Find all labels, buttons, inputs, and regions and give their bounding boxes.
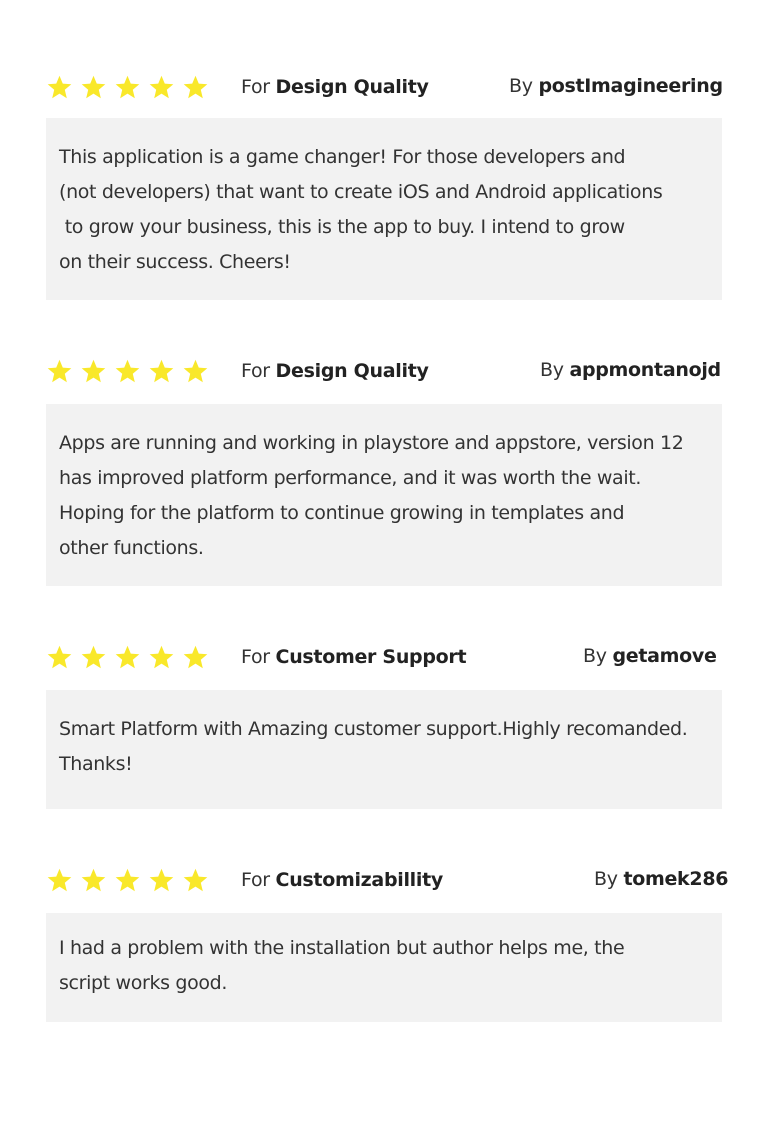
review-card: For Customer Support By getamove Smart P… <box>46 640 722 809</box>
review-author: By getamove <box>583 645 717 667</box>
review-header: For Customer Support By getamove <box>46 640 722 676</box>
review-header: For Design Quality By appmontanojd <box>46 354 722 390</box>
star-icon <box>148 358 175 385</box>
author-name: appmontanojd <box>569 359 721 381</box>
author-name: tomek286 <box>623 868 729 890</box>
by-prefix: By <box>583 645 607 667</box>
review-author: By postImagineering <box>509 75 723 97</box>
review-header: For Design Quality By postImagineering <box>46 70 723 106</box>
review-author: By tomek286 <box>594 868 728 890</box>
review-category: For Customizabillity <box>241 869 443 891</box>
star-icon <box>182 74 209 101</box>
review-card: For Design Quality By postImagineering T… <box>46 70 723 300</box>
star-icon <box>80 358 107 385</box>
star-rating <box>46 640 216 674</box>
review-author: By appmontanojd <box>540 359 721 381</box>
review-text-line: Thanks! <box>59 753 133 775</box>
author-name: getamove <box>612 645 717 667</box>
review-text-line: I had a problem with the installation bu… <box>59 937 625 959</box>
review-text-line: This application is a game changer! For … <box>59 146 626 168</box>
star-icon <box>148 644 175 671</box>
review-text: This application is a game changer! For … <box>46 118 722 300</box>
for-prefix: For <box>241 646 270 668</box>
review-card: For Design Quality By appmontanojd Apps … <box>46 354 722 586</box>
review-text-line: Hoping for the platform to continue grow… <box>59 502 625 524</box>
star-icon <box>182 358 209 385</box>
review-text: Smart Platform with Amazing customer sup… <box>46 690 722 809</box>
review-category: For Design Quality <box>241 360 429 382</box>
star-icon <box>114 74 141 101</box>
review-text-line: other functions. <box>59 537 204 559</box>
star-rating <box>46 863 216 897</box>
star-icon <box>46 74 73 101</box>
star-icon <box>182 867 209 894</box>
author-name: postImagineering <box>538 75 723 97</box>
review-category: For Customer Support <box>241 646 467 668</box>
for-prefix: For <box>241 360 270 382</box>
for-prefix: For <box>241 869 270 891</box>
star-icon <box>80 74 107 101</box>
review-text-line: on their success. Cheers! <box>59 251 291 273</box>
star-icon <box>46 644 73 671</box>
review-card: For Customizabillity By tomek286 I had a… <box>46 863 728 1022</box>
review-text: Apps are running and working in playstor… <box>46 404 722 586</box>
star-rating <box>46 354 216 388</box>
by-prefix: By <box>509 75 533 97</box>
review-text-line: to grow your business, this is the app t… <box>59 216 625 238</box>
star-icon <box>114 358 141 385</box>
for-prefix: For <box>241 76 270 98</box>
review-header: For Customizabillity By tomek286 <box>46 863 728 899</box>
star-icon <box>148 74 175 101</box>
star-icon <box>80 644 107 671</box>
category-name: Design Quality <box>275 360 429 382</box>
star-icon <box>182 644 209 671</box>
star-icon <box>46 867 73 894</box>
star-icon <box>114 644 141 671</box>
review-text-line: (not developers) that want to create iOS… <box>59 181 663 203</box>
review-text-line: has improved platform performance, and i… <box>59 467 642 489</box>
review-text: I had a problem with the installation bu… <box>46 913 722 1022</box>
by-prefix: By <box>594 868 618 890</box>
star-icon <box>46 358 73 385</box>
star-icon <box>148 867 175 894</box>
by-prefix: By <box>540 359 564 381</box>
review-text-line: Apps are running and working in playstor… <box>59 432 684 454</box>
review-text-line: Smart Platform with Amazing customer sup… <box>59 718 688 740</box>
star-rating <box>46 70 216 104</box>
category-name: Design Quality <box>275 76 429 98</box>
star-icon <box>80 867 107 894</box>
review-category: For Design Quality <box>241 76 429 98</box>
category-name: Customer Support <box>275 646 467 668</box>
category-name: Customizabillity <box>275 869 444 891</box>
review-text-line: script works good. <box>59 972 228 994</box>
star-icon <box>114 867 141 894</box>
